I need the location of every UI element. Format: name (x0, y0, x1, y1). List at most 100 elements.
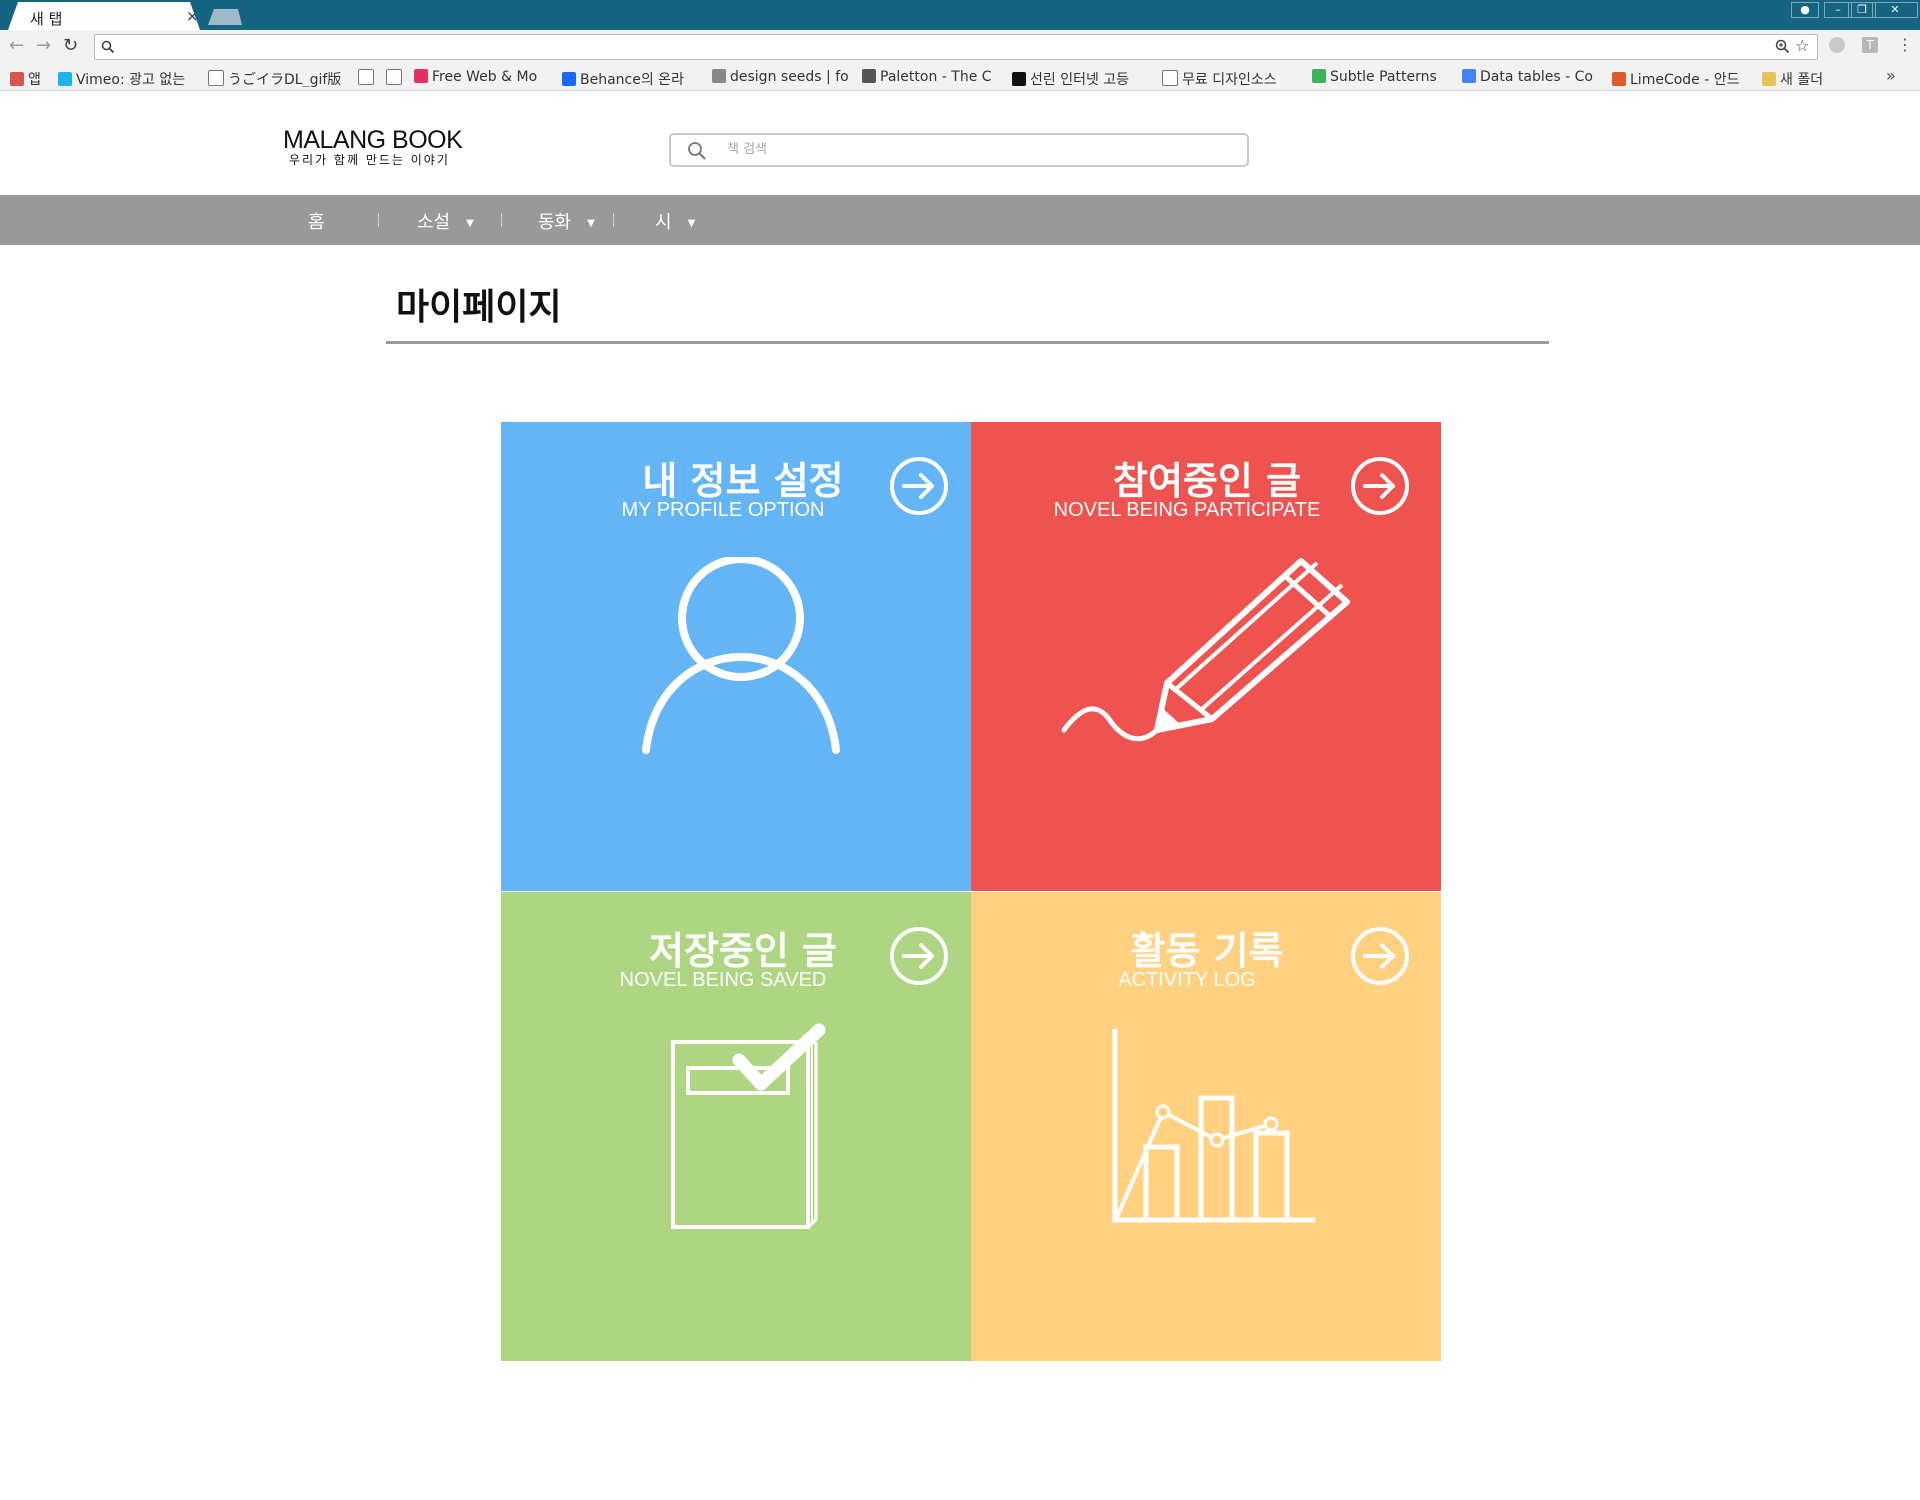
tile-subtitle: ACTIVITY LOG (1118, 969, 1256, 991)
pencil-icon (1061, 558, 1350, 742)
omnibox-search-icon (101, 40, 115, 54)
tile-title: 참여중인 글 (1112, 459, 1302, 503)
bookmark-label: Subtle Patterns (1330, 69, 1437, 85)
bookmark-label: 앱 (28, 72, 41, 87)
book-search (669, 133, 1249, 167)
bookmark-item[interactable] (386, 69, 406, 87)
nav-item-poem[interactable]: 시 ▼ (655, 208, 695, 234)
bookmark-item[interactable]: 새 폴더 (1762, 69, 1862, 87)
search-input[interactable] (725, 141, 1229, 158)
bookmark-item[interactable]: Free Web & Mo (414, 69, 554, 87)
bookmark-label: 새 폴더 (1780, 72, 1824, 87)
chevron-down-icon: ▼ (687, 218, 696, 229)
page-title: 마이페이지 (396, 287, 562, 328)
bookmark-item[interactable]: LimeCode - 안드 (1612, 69, 1752, 87)
bookmark-label: 무료 디자인소스 (1182, 72, 1277, 87)
forward-icon[interactable]: → (36, 35, 51, 56)
nav-item-fairytale[interactable]: 동화 ▼ (538, 208, 595, 234)
arrow-right-circle-icon[interactable] (1350, 926, 1410, 986)
nav-divider (501, 213, 502, 227)
vimeo-icon (58, 72, 72, 86)
nav-divider (613, 213, 614, 227)
main-nav: 홈 소설 ▼ 동화 ▼ 시 ▼ (0, 195, 1920, 245)
bookmark-item[interactable]: Paletton - The C (862, 69, 1002, 87)
nav-item-novel[interactable]: 소설 ▼ (417, 208, 474, 234)
nav-divider (378, 213, 379, 227)
subtle-patterns-icon (1312, 69, 1326, 83)
tile-title: 내 정보 설정 (642, 459, 844, 503)
paletton-icon (862, 69, 876, 83)
browser-tab[interactable]: 새 탭 × (8, 2, 200, 30)
folder-icon (1762, 72, 1776, 86)
tile-title: 저장중인 글 (648, 929, 838, 973)
bookmark-star-icon[interactable]: ☆ (1795, 36, 1809, 55)
profile-icon[interactable]: ● (1791, 2, 1819, 18)
page-icon (386, 69, 402, 85)
tile-saved-novels[interactable]: 저장중인 글 NOVEL BEING SAVED (501, 892, 971, 1361)
new-tab-button[interactable] (208, 9, 242, 25)
bookmark-label: Behance의 온라 (580, 72, 684, 87)
nav-item-label: 소설 (417, 212, 451, 233)
tile-subtitle: NOVEL BEING PARTICIPATE (1053, 499, 1321, 521)
nav-item-label: 동화 (538, 212, 572, 233)
behance-icon (562, 72, 576, 86)
user-profile-icon (642, 557, 840, 754)
nav-item-label: 시 (655, 212, 672, 233)
logo-subtitle: 우리가 함께 만드는 이야기 (289, 153, 450, 167)
chevron-down-icon: ▼ (466, 218, 474, 229)
tile-subtitle: MY PROFILE OPTION (621, 499, 825, 521)
bookmark-label: Data tables - Co (1480, 69, 1593, 85)
bookmark-item[interactable]: 앱 (10, 69, 50, 87)
activity-chart-icon (1112, 1029, 1315, 1223)
arrow-right-circle-icon[interactable] (889, 456, 949, 516)
tab-title: 새 탭 (30, 10, 63, 28)
bookmark-label: design seeds | fo (730, 69, 849, 85)
search-icon[interactable] (687, 141, 707, 161)
title-divider (386, 341, 1549, 344)
bookmark-label: LimeCode - 안드 (1630, 72, 1740, 87)
triangle-icon (1012, 72, 1026, 86)
bookmark-item[interactable]: design seeds | fo (712, 69, 852, 87)
bookmark-item[interactable] (358, 69, 378, 87)
tile-my-profile[interactable]: 내 정보 설정 MY PROFILE OPTION (501, 422, 971, 891)
bookmark-label: うごイラDL_gif版 (228, 72, 342, 87)
bookmark-label: 선린 인터넷 고등 (1030, 72, 1130, 87)
nav-item-label: 홈 (308, 212, 325, 233)
tile-participating-novels[interactable]: 참여중인 글 NOVEL BEING PARTICIPATE (971, 422, 1441, 891)
extension-t-icon[interactable]: T (1862, 37, 1878, 53)
bookmark-label: Paletton - The C (880, 69, 992, 85)
tile-activity-log[interactable]: 활동 기록 ACTIVITY LOG (971, 892, 1441, 1361)
bookmark-item[interactable]: Behance의 온라 (562, 69, 702, 87)
reload-icon[interactable]: ↻ (63, 35, 78, 56)
extension-globe-icon[interactable] (1829, 37, 1845, 53)
page-icon (358, 69, 374, 85)
design-seeds-icon (712, 69, 726, 83)
invision-icon (414, 69, 428, 83)
bookmark-item[interactable]: 선린 인터넷 고등 (1012, 69, 1152, 87)
bookmark-label: Free Web & Mo (432, 69, 538, 85)
nav-item-home[interactable]: 홈 (308, 208, 325, 234)
browser-titlebar: 새 탭 × ● – ❐ ✕ (0, 0, 1920, 30)
arrow-right-circle-icon[interactable] (1350, 456, 1410, 516)
page-icon (208, 70, 224, 86)
tile-title: 활동 기록 (1130, 929, 1284, 973)
bookmark-item[interactable]: Subtle Patterns (1312, 69, 1452, 87)
arrow-right-circle-icon[interactable] (889, 926, 949, 986)
zoom-icon[interactable] (1775, 39, 1790, 54)
bookmark-item[interactable]: Data tables - Co (1462, 69, 1602, 87)
chevron-down-icon: ▼ (587, 218, 595, 229)
saved-book-icon (671, 1023, 826, 1229)
bookmark-item[interactable]: うごイラDL_gif版 (208, 69, 348, 87)
page-icon (1162, 70, 1178, 86)
bookmark-item[interactable]: 무료 디자인소스 (1162, 69, 1302, 87)
address-bar[interactable]: ☆ (94, 34, 1818, 60)
menu-kebab-icon[interactable]: ⋮ (1897, 35, 1913, 54)
back-icon[interactable]: ← (9, 35, 24, 56)
google-icon (1462, 69, 1476, 83)
close-window-button[interactable]: ✕ (1872, 2, 1918, 18)
bookmarks-overflow-button[interactable]: » (1886, 66, 1896, 85)
tab-close-button[interactable]: × (186, 7, 199, 25)
bookmark-item[interactable]: Vimeo: 광고 없는 (58, 69, 198, 87)
limecode-icon (1612, 72, 1626, 86)
bookmark-label: Vimeo: 광고 없는 (76, 72, 186, 87)
